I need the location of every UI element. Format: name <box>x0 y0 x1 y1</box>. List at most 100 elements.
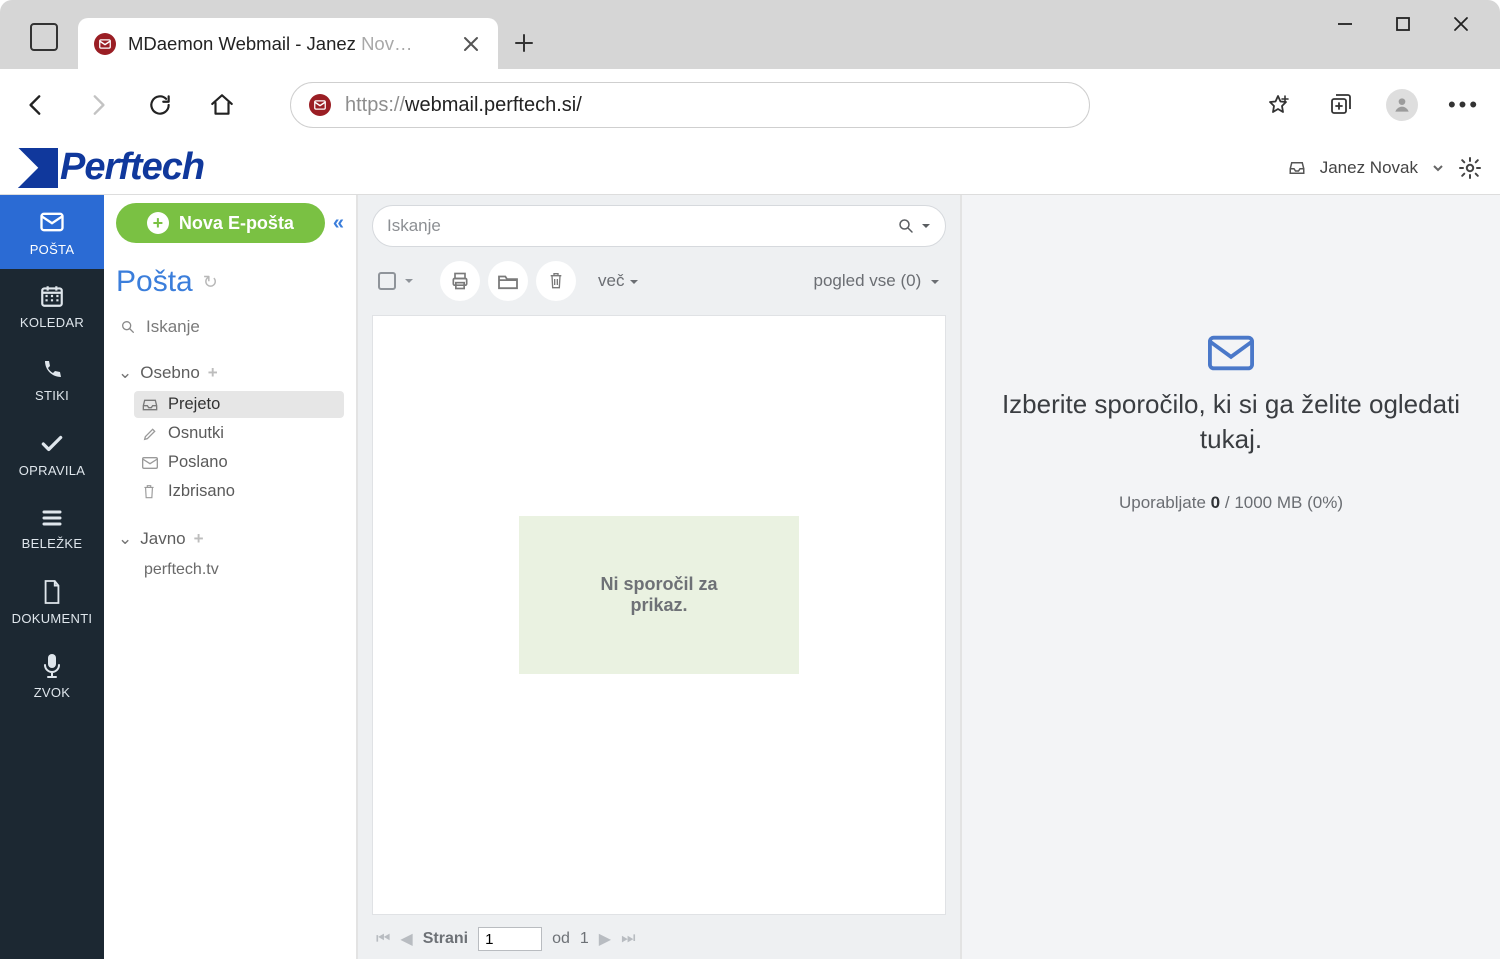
pager-next-button[interactable]: ▶ <box>599 929 611 949</box>
view-filter[interactable]: pogled vse (0) <box>814 271 941 291</box>
rail-item-contacts[interactable]: STIKI <box>0 343 104 417</box>
search-icon <box>120 319 136 335</box>
inbox-folder-icon <box>142 397 160 413</box>
user-name[interactable]: Janez Novak <box>1320 158 1418 178</box>
pager-first-button[interactable]: ⏮ <box>376 930 390 948</box>
folder-sent[interactable]: Poslano <box>134 449 344 476</box>
public-subfolder[interactable]: perftech.tv <box>140 557 344 583</box>
ellipsis-icon: ••• <box>1448 92 1480 118</box>
settings-button[interactable] <box>1458 156 1482 180</box>
group-label: Osebno <box>140 363 200 383</box>
trash-icon <box>142 484 160 500</box>
window-maximize-button[interactable] <box>1375 0 1430 48</box>
storage-usage: Uporabljate 0 / 1000 MB (0%) <box>1119 493 1343 513</box>
pager-label: Strani <box>423 930 468 948</box>
list-search-input[interactable]: Iskanje <box>372 205 946 247</box>
tab-overview-icon[interactable] <box>30 23 58 51</box>
new-tab-button[interactable] <box>498 17 550 69</box>
select-dropdown[interactable] <box>404 276 414 286</box>
site-identity-icon[interactable] <box>309 94 331 116</box>
message-list: Ni sporočil za prikaz. <box>372 315 946 915</box>
message-list-pane: Iskanje več pogled vse (0) <box>358 141 962 959</box>
tab-title: MDaemon Webmail - Janez Nov… <box>128 33 412 55</box>
list-toolbar: več pogled vse (0) <box>372 247 946 311</box>
tree-head-public[interactable]: ⌄ Javno + <box>116 525 344 553</box>
print-button[interactable] <box>440 261 480 301</box>
rail-label: KOLEDAR <box>20 315 84 330</box>
pager-total: 1 <box>580 930 589 948</box>
more-menu[interactable]: več <box>598 271 639 291</box>
rail-item-mail[interactable]: POŠTA <box>0 195 104 269</box>
folder-inbox[interactable]: Prejeto <box>134 391 344 418</box>
list-icon <box>40 506 64 530</box>
rail-label: OPRAVILA <box>19 463 85 478</box>
forward-button[interactable] <box>76 83 120 127</box>
reading-empty-title: Izberite sporočilo, ki si ga želite ogle… <box>982 387 1480 457</box>
folder-drafts[interactable]: Osnutki <box>134 420 344 447</box>
window-minimize-button[interactable] <box>1317 0 1372 48</box>
phone-icon <box>40 358 64 382</box>
search-placeholder: Iskanje <box>387 216 441 236</box>
rail-item-tasks[interactable]: OPRAVILA <box>0 417 104 491</box>
pager-of: od <box>552 930 570 948</box>
folder-search-button[interactable]: Iskanje <box>120 317 344 337</box>
pager-page-input[interactable] <box>478 927 542 951</box>
window-close-button[interactable] <box>1433 0 1488 48</box>
pager: ⏮ ◀ Strani od 1 ▶ ⏭ <box>372 925 946 959</box>
compose-button[interactable]: + Nova E-pošta <box>116 203 325 243</box>
envelope-large-icon <box>1208 335 1254 371</box>
folder-search-label: Iskanje <box>146 317 200 337</box>
document-icon <box>41 579 63 605</box>
home-button[interactable] <box>200 83 244 127</box>
rail-label: DOKUMENTI <box>12 611 93 626</box>
tree-group-public: ⌄ Javno + perftech.tv <box>116 525 344 583</box>
collapse-pane-button[interactable]: « <box>333 212 344 235</box>
reload-button[interactable] <box>138 83 182 127</box>
pager-last-button[interactable]: ⏭ <box>621 930 635 948</box>
folder-pane: + Nova E-pošta « Pošta ↻ Iskanje ⌄ Osebn… <box>104 141 358 959</box>
folder-label: Prejeto <box>168 395 220 414</box>
brand-bar: Perftech Janez Novak <box>0 141 1500 195</box>
chevron-down-icon[interactable] <box>1432 162 1444 174</box>
move-to-folder-button[interactable] <box>488 261 528 301</box>
app: POŠTA KOLEDAR STIKI OPRAVILA BELEŽKE DOK… <box>0 141 1500 959</box>
add-folder-button[interactable]: + <box>194 529 204 549</box>
empty-state: Ni sporočil za prikaz. <box>519 516 799 674</box>
inbox-icon <box>1288 159 1306 177</box>
rail-item-calendar[interactable]: KOLEDAR <box>0 269 104 343</box>
refresh-folders-button[interactable]: ↻ <box>203 272 218 293</box>
calendar-icon <box>39 283 65 309</box>
tree-group-personal: ⌄ Osebno + Prejeto Osnutki Poslano <box>116 359 344 505</box>
envelope-icon <box>142 457 160 469</box>
brand-logo[interactable]: Perftech <box>18 146 204 189</box>
folder-label: Izbrisano <box>168 482 235 501</box>
rail-item-voice[interactable]: ZVOK <box>0 639 104 713</box>
address-bar[interactable]: https://webmail.perftech.si/ <box>290 82 1090 128</box>
profile-button[interactable] <box>1380 83 1424 127</box>
tree-head-personal[interactable]: ⌄ Osebno + <box>116 359 344 387</box>
rail-item-documents[interactable]: DOKUMENTI <box>0 565 104 639</box>
browser-tab[interactable]: MDaemon Webmail - Janez Nov… <box>78 18 498 70</box>
more-menu-button[interactable]: ••• <box>1442 83 1486 127</box>
pager-prev-button[interactable]: ◀ <box>400 929 412 949</box>
search-dropdown-button[interactable] <box>921 221 931 231</box>
titlebar: MDaemon Webmail - Janez Nov… <box>0 0 1500 69</box>
rail-item-notes[interactable]: BELEŽKE <box>0 491 104 565</box>
select-all-checkbox[interactable] <box>378 272 396 290</box>
group-label: Javno <box>140 529 185 549</box>
brand-mark-icon <box>18 148 58 188</box>
folder-label: Osnutki <box>168 424 224 443</box>
rail-label: STIKI <box>35 388 69 403</box>
folder-trash[interactable]: Izbrisano <box>134 478 344 505</box>
add-folder-button[interactable]: + <box>208 363 218 383</box>
collections-button[interactable] <box>1318 83 1362 127</box>
compose-label: Nova E-pošta <box>179 213 294 234</box>
favorites-button[interactable] <box>1256 83 1300 127</box>
pane-title: Pošta ↻ <box>116 265 344 299</box>
browser-chrome: MDaemon Webmail - Janez Nov… https://web… <box>0 0 1500 141</box>
tab-close-button[interactable] <box>462 35 480 53</box>
rail-label: ZVOK <box>34 685 71 700</box>
delete-button[interactable] <box>536 261 576 301</box>
back-button[interactable] <box>14 83 58 127</box>
mail-icon <box>38 208 66 236</box>
